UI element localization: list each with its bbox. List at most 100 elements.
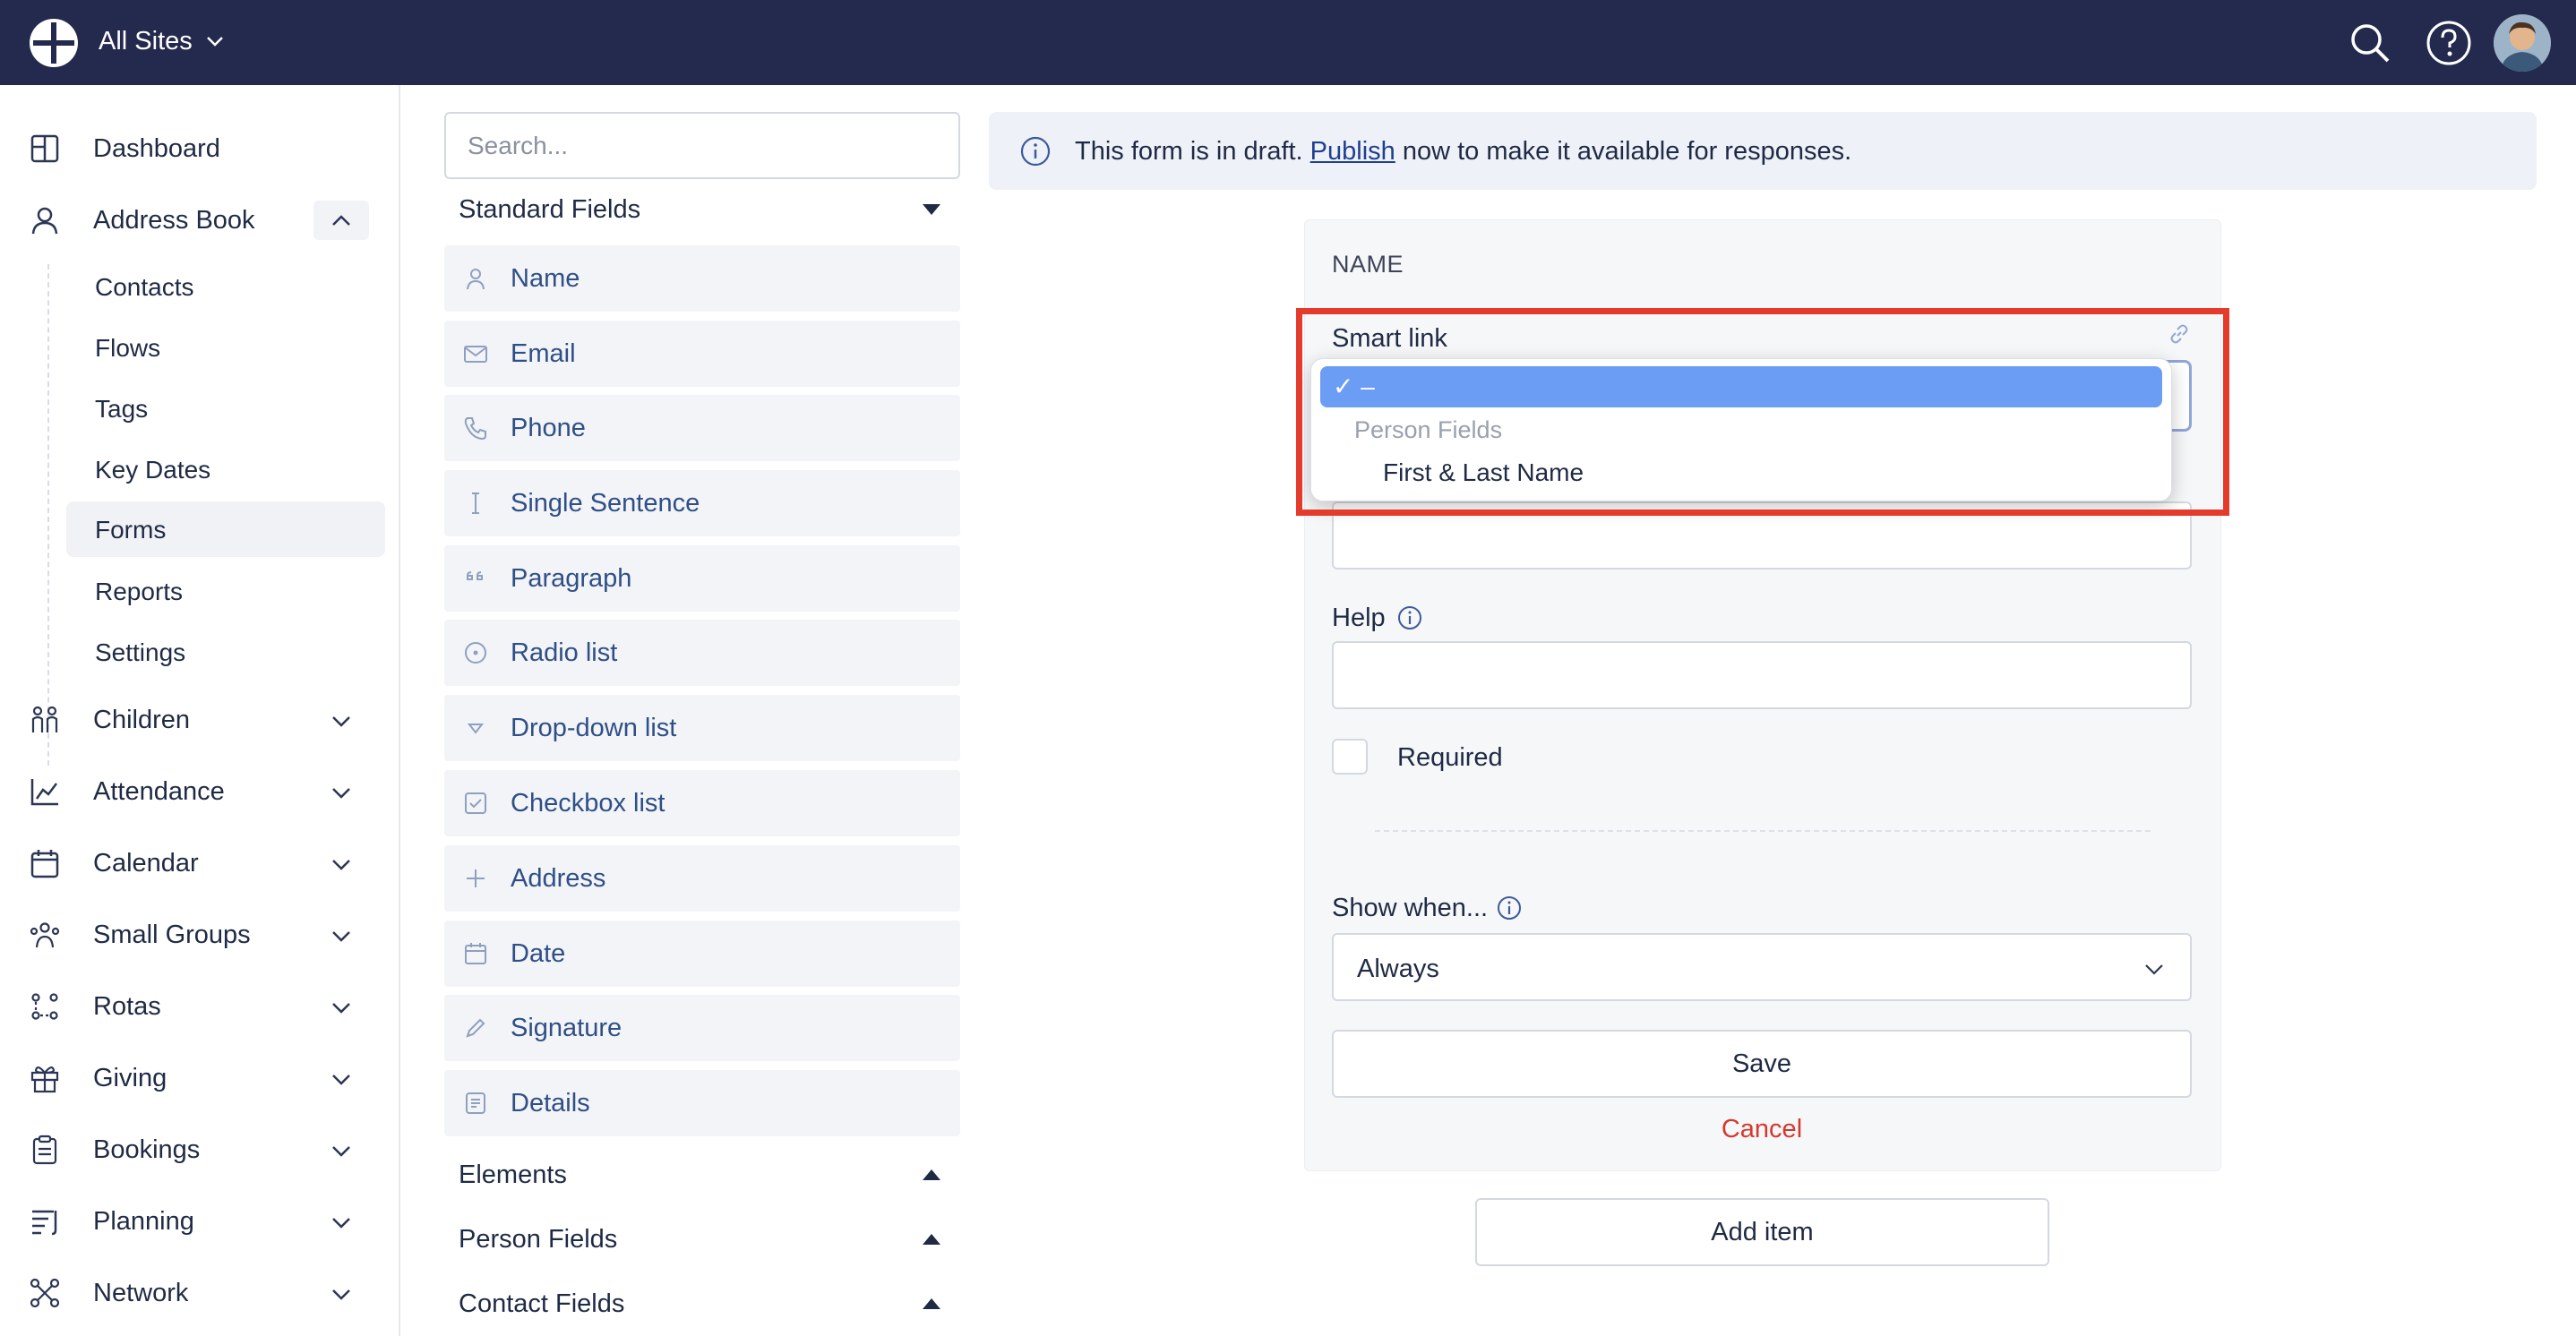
sidebar-item-label: Planning: [93, 1207, 194, 1236]
field-search-input[interactable]: [444, 112, 960, 179]
caret-up-icon: [923, 1234, 940, 1245]
info-icon: [1019, 135, 1052, 167]
sidebar-subitem-forms[interactable]: Forms: [66, 501, 385, 557]
section-label: Elements: [459, 1160, 567, 1189]
chevron-down-icon[interactable]: [328, 707, 355, 734]
rotas-icon: [29, 990, 61, 1023]
field-label: Address: [511, 864, 606, 893]
save-button[interactable]: Save: [1332, 1030, 2192, 1098]
details-icon: [462, 1090, 489, 1117]
logo-icon[interactable]: [28, 17, 80, 69]
field-item-paragraph[interactable]: Paragraph: [444, 545, 960, 612]
contact-fields-toggle[interactable]: Contact Fields: [444, 1277, 960, 1331]
chevron-down-icon[interactable]: [328, 1280, 355, 1307]
help-icon[interactable]: [2424, 18, 2474, 68]
publish-link[interactable]: Publish: [1310, 137, 1395, 166]
chevron-up-icon[interactable]: [328, 208, 355, 235]
chevron-down-icon[interactable]: [328, 1137, 355, 1164]
sidebar-item-label: Small Groups: [93, 921, 251, 949]
show-when-label: Show when...: [1332, 894, 1489, 922]
calendar-icon: [29, 847, 61, 879]
sidebar-item-bookings[interactable]: Bookings: [0, 1118, 399, 1180]
field-label: Date: [511, 939, 566, 968]
field-item-radio-list[interactable]: Radio list: [444, 620, 960, 686]
field-item-address[interactable]: Address: [444, 845, 960, 912]
search-icon[interactable]: [2345, 18, 2395, 68]
radio-icon: [462, 639, 489, 666]
envelope-icon: [462, 340, 489, 367]
field-label: Drop-down list: [511, 714, 677, 742]
site-selector[interactable]: All Sites: [99, 27, 193, 56]
chevron-down-icon[interactable]: [328, 851, 355, 878]
sidebar-subitem-settings[interactable]: Settings: [66, 624, 385, 680]
avatar[interactable]: [2494, 14, 2551, 72]
sidebar-subitem-tags[interactable]: Tags: [66, 381, 385, 436]
field-item-checkbox-list[interactable]: Checkbox list: [444, 770, 960, 836]
sidebar-subitem-key-dates[interactable]: Key Dates: [66, 441, 385, 497]
sidebar-item-planning[interactable]: Planning: [0, 1189, 399, 1252]
network-icon: [29, 1277, 61, 1309]
standard-fields-toggle[interactable]: Standard Fields: [444, 183, 960, 236]
sidebar-item-small-groups[interactable]: Small Groups: [0, 903, 399, 965]
sidebar-item-address-book[interactable]: Address Book: [0, 188, 399, 251]
children-icon: [29, 704, 61, 736]
field-label: Phone: [511, 414, 586, 442]
add-item-button[interactable]: Add item: [1475, 1198, 2049, 1266]
checkbox-icon: [462, 790, 489, 817]
chevron-down-icon[interactable]: [328, 779, 355, 806]
sidebar-item-label: Bookings: [93, 1135, 201, 1164]
elements-toggle[interactable]: Elements: [444, 1148, 960, 1202]
sidebar: Dashboard Address Book Contacts Flows Ta…: [0, 85, 400, 1336]
chevron-down-icon[interactable]: [328, 1066, 355, 1092]
subitem-label: Contacts: [95, 273, 194, 301]
subitem-label: Tags: [95, 395, 149, 423]
field-item-phone[interactable]: Phone: [444, 395, 960, 461]
field-item-drop-down-list[interactable]: Drop-down list: [444, 695, 960, 761]
sidebar-item-rotas[interactable]: Rotas: [0, 974, 399, 1037]
gift-icon: [29, 1062, 61, 1094]
sidebar-item-calendar[interactable]: Calendar: [0, 831, 399, 894]
field-item-email[interactable]: Email: [444, 321, 960, 387]
cancel-button[interactable]: Cancel: [1332, 1115, 2192, 1144]
sidebar-item-children[interactable]: Children: [0, 688, 399, 750]
person-fields-toggle[interactable]: Person Fields: [444, 1212, 960, 1266]
field-item-signature[interactable]: Signature: [444, 995, 960, 1061]
subitem-label: Flows: [95, 334, 161, 362]
field-item-single-sentence[interactable]: Single Sentence: [444, 470, 960, 536]
chevron-down-icon[interactable]: [328, 994, 355, 1021]
chevron-down-icon[interactable]: [328, 1209, 355, 1236]
sidebar-item-dashboard[interactable]: Dashboard: [0, 116, 399, 179]
sidebar-item-label: Children: [93, 706, 190, 734]
sidebar-item-attendance[interactable]: Attendance: [0, 759, 399, 822]
sidebar-item-giving[interactable]: Giving: [0, 1046, 399, 1109]
sidebar-item-label: Network: [93, 1279, 189, 1307]
field-item-name[interactable]: Name: [444, 245, 960, 312]
subitem-label: Reports: [95, 578, 184, 605]
field-item-date[interactable]: Date: [444, 921, 960, 987]
field-item-details[interactable]: Details: [444, 1070, 960, 1136]
chevron-down-icon[interactable]: [328, 922, 355, 949]
required-label: Required: [1397, 743, 1503, 772]
field-label: Checkbox list: [511, 789, 665, 818]
show-when-select[interactable]: Always: [1332, 933, 2192, 1001]
triangle-down-icon: [462, 715, 489, 741]
field-label: Paragraph: [511, 564, 632, 593]
quote-icon: [462, 565, 489, 592]
sidebar-item-network[interactable]: Network: [0, 1261, 399, 1323]
top-bar: All Sites: [0, 0, 2576, 85]
help-label: Help: [1332, 604, 1386, 632]
sidebar-subitem-contacts[interactable]: Contacts: [66, 259, 385, 314]
required-checkbox[interactable]: [1332, 739, 1368, 775]
section-label: Person Fields: [459, 1225, 618, 1254]
sidebar-subitem-reports[interactable]: Reports: [66, 563, 385, 619]
caret-up-icon: [923, 1169, 940, 1180]
chevron-down-icon[interactable]: [204, 30, 226, 52]
highlight-annotation: [1296, 308, 2229, 516]
caret-up-icon: [923, 1298, 940, 1309]
sidebar-subitem-flows[interactable]: Flows: [66, 320, 385, 375]
sidebar-item-label: Calendar: [93, 849, 199, 878]
sidebar-item-label: Dashboard: [93, 134, 220, 163]
info-icon[interactable]: [1396, 604, 1423, 631]
help-input[interactable]: [1332, 641, 2192, 709]
info-icon[interactable]: [1496, 895, 1523, 921]
